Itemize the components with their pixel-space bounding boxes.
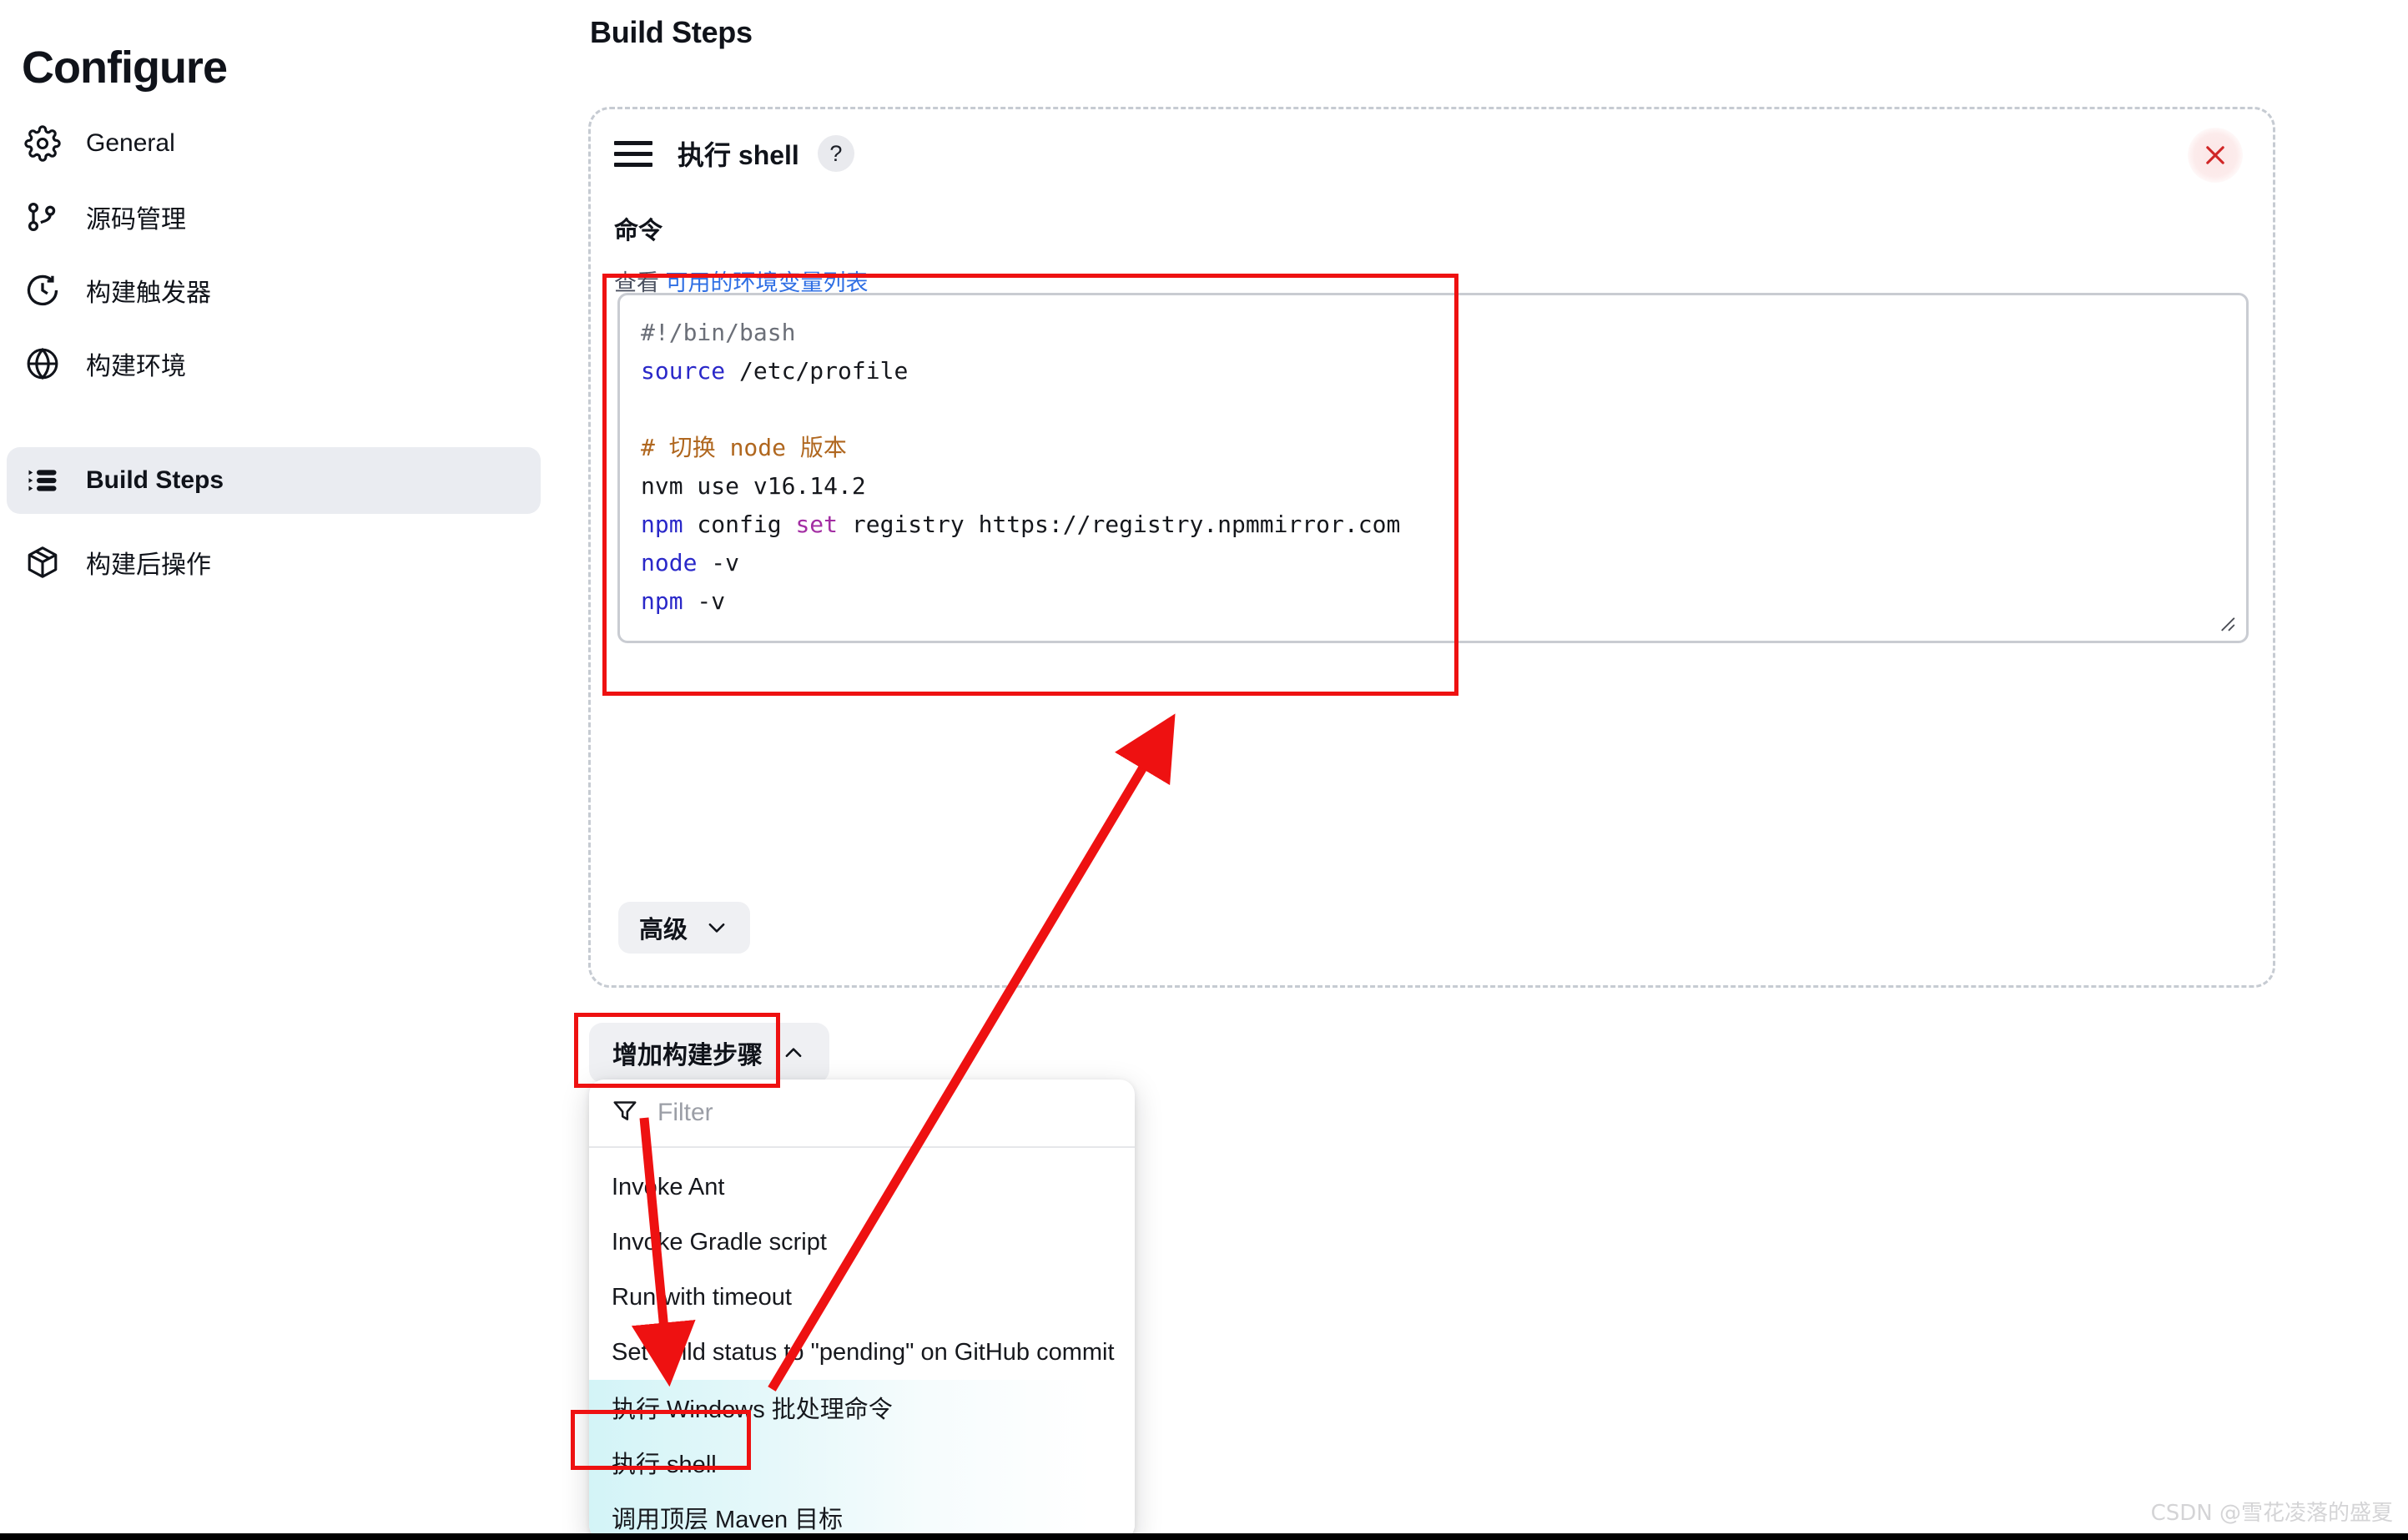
- dropdown-menu-item[interactable]: 执行 Windows 批处理命令: [589, 1380, 1135, 1435]
- sidebar-item-label: 构建环境: [86, 353, 186, 380]
- globe-icon: [22, 343, 63, 385]
- sidebar-item-build-triggers[interactable]: 构建触发器: [7, 257, 541, 324]
- code-token: source: [641, 357, 726, 385]
- sidebar-item-label: 源码管理: [86, 206, 186, 234]
- command-code-content: #!/bin/bash source /etc/profile # 切换 nod…: [641, 314, 1400, 621]
- dropdown-menu-item-label: Invoke Gradle script: [612, 1228, 827, 1256]
- dropdown-menu-item[interactable]: 调用顶层 Maven 目标: [589, 1490, 1135, 1540]
- code-token: registry https://registry.npmmirror.com: [838, 511, 1401, 538]
- dropdown-menu-item[interactable]: Invoke Gradle script: [589, 1215, 1135, 1270]
- filter-input[interactable]: Filter: [657, 1099, 713, 1127]
- dropdown-menu-item[interactable]: Invoke Ant: [589, 1160, 1135, 1215]
- code-token: # 切换 node 版本: [641, 434, 847, 461]
- code-token: -v: [697, 549, 740, 576]
- dropdown-menu-item-label: 执行 Windows 批处理命令: [612, 1397, 893, 1423]
- advanced-button[interactable]: 高级: [618, 902, 751, 954]
- command-label: 命令: [614, 218, 663, 244]
- dropdown-menu-item-label: 调用顶层 Maven 目标: [612, 1507, 844, 1533]
- code-token: config: [683, 511, 796, 538]
- resize-handle-icon[interactable]: [2214, 611, 2238, 634]
- package-icon: [22, 541, 63, 583]
- add-build-step-label: 增加构建步骤: [612, 1042, 763, 1069]
- dropdown-menu-item-label: Invoke Ant: [612, 1173, 725, 1200]
- chevron-down-icon: [704, 915, 729, 940]
- page-title: Build Steps: [590, 15, 753, 49]
- code-token: nvm use v16.14.2: [641, 472, 866, 500]
- bottom-black-strip: [0, 1533, 2408, 1540]
- dropdown-menu-item[interactable]: Set build status to "pending" on GitHub …: [589, 1325, 1135, 1380]
- code-token: /etc/profile: [725, 357, 909, 385]
- sidebar-title: Configure: [22, 43, 228, 93]
- env-vars-link[interactable]: 可用的环境变量列表: [666, 270, 869, 295]
- dropdown-menu-list: Invoke Ant Invoke Gradle script Run with t…: [589, 1148, 1135, 1540]
- command-textarea[interactable]: #!/bin/bash source /etc/profile # 切换 nod…: [617, 293, 2249, 643]
- sidebar-item-label: 构建后操作: [86, 551, 211, 579]
- sidebar-item-build-environment[interactable]: 构建环境: [7, 330, 541, 397]
- sidebar-item-label: General: [86, 129, 175, 157]
- dropdown-menu-item-label: Run with timeout: [612, 1283, 792, 1311]
- build-step-header: 执行 shell ?: [614, 134, 854, 173]
- configure-sidebar: Configure General 源码管理 构建触发器 构建环境 Build …: [0, 0, 567, 1540]
- clock-icon: [22, 269, 63, 311]
- code-token: node: [641, 549, 698, 576]
- code-token: #!/bin/bash: [641, 319, 796, 346]
- code-token: npm: [641, 587, 683, 615]
- sidebar-item-label: 构建触发器: [86, 279, 211, 307]
- code-token: npm: [641, 511, 683, 538]
- sidebar-item-build-steps[interactable]: Build Steps: [7, 447, 541, 514]
- drag-handle-icon[interactable]: [614, 137, 656, 170]
- chevron-up-icon: [781, 1040, 806, 1065]
- help-icon[interactable]: ?: [817, 135, 854, 172]
- close-icon[interactable]: [2188, 128, 2243, 183]
- sidebar-item-source-code-management[interactable]: 源码管理: [7, 184, 541, 250]
- add-build-step-button[interactable]: 增加构建步骤: [589, 1023, 829, 1083]
- dropdown-menu-item-label: 执行 shell: [612, 1452, 717, 1478]
- sidebar-item-post-build-actions[interactable]: 构建后操作: [7, 529, 541, 596]
- dropdown-menu-item-label: Set build status to "pending" on GitHub …: [612, 1338, 1115, 1366]
- build-step-card: 执行 shell ? 命令 查看 可用的环境变量列表 #!/bin/bash s…: [588, 107, 2275, 988]
- screenshot-root: Configure General 源码管理 构建触发器 构建环境 Build …: [0, 0, 2408, 1540]
- dropdown-menu-item[interactable]: 执行 shell: [589, 1435, 1135, 1490]
- build-step-title: 执行 shell: [678, 140, 799, 170]
- code-token: set: [795, 511, 839, 538]
- code-token: -v: [683, 587, 726, 615]
- build-step-dropdown: Filter Invoke Ant Invoke Gradle script Run…: [589, 1080, 1135, 1540]
- advanced-button-label: 高级: [639, 917, 688, 944]
- sidebar-item-label: Build Steps: [86, 466, 224, 494]
- git-branch-icon: [22, 196, 63, 238]
- dropdown-menu-item[interactable]: Run with timeout: [589, 1270, 1135, 1325]
- sidebar-item-general[interactable]: General: [7, 110, 541, 177]
- csdn-watermark: CSDN @雪花凌落的盛夏: [2150, 1501, 2393, 1526]
- filter-icon: [611, 1097, 639, 1130]
- steps-list-icon: [22, 460, 63, 501]
- gear-icon: [22, 123, 63, 164]
- filter-row[interactable]: Filter: [589, 1080, 1135, 1148]
- env-hint-prefix: 查看: [614, 270, 666, 295]
